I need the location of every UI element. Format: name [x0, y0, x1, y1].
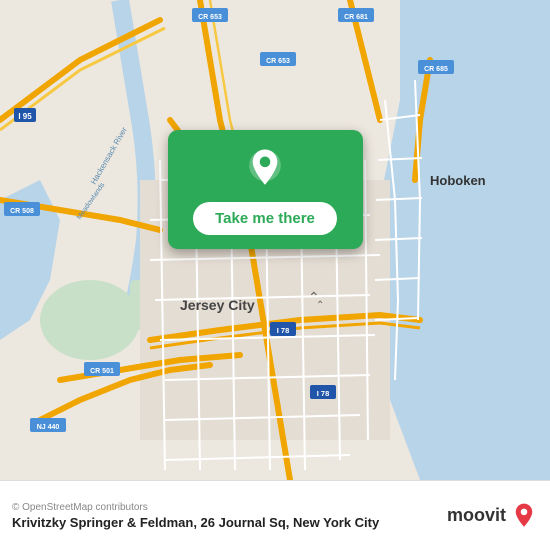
svg-text:⌃: ⌃ — [316, 300, 324, 311]
svg-text:CR 508: CR 508 — [10, 208, 34, 215]
bottom-info: © OpenStreetMap contributors Krivitzky S… — [12, 502, 447, 530]
svg-text:I 95: I 95 — [18, 112, 32, 121]
copyright-text: © OpenStreetMap contributors — [12, 502, 447, 513]
svg-text:CR 685: CR 685 — [424, 66, 448, 73]
bottom-bar: © OpenStreetMap contributors Krivitzky S… — [0, 480, 550, 550]
svg-text:NJ 440: NJ 440 — [37, 424, 60, 431]
destination-text: Krivitzky Springer & Feldman, 26 Journal… — [12, 515, 447, 530]
svg-text:I 78: I 78 — [277, 326, 290, 335]
svg-text:CR 501: CR 501 — [90, 368, 114, 375]
green-card: Take me there — [168, 130, 363, 249]
map-container: I 95 CR 653 CR 653 CR 681 CR 685 CR 508 … — [0, 0, 550, 480]
navigation-card: Take me there — [165, 130, 365, 249]
moovit-brand-text: moovit — [447, 505, 506, 526]
location-pin-icon — [243, 146, 287, 190]
hoboken-label: Hoboken — [430, 173, 486, 188]
svg-text:CR 653: CR 653 — [266, 58, 290, 65]
jersey-city-label: Jersey City — [180, 297, 255, 313]
svg-text:CR 653: CR 653 — [198, 14, 222, 21]
svg-text:I 78: I 78 — [317, 389, 330, 398]
svg-text:CR 681: CR 681 — [344, 14, 368, 21]
moovit-pin-icon — [510, 502, 538, 530]
take-me-there-button[interactable]: Take me there — [193, 202, 337, 235]
moovit-logo: moovit — [447, 502, 538, 530]
